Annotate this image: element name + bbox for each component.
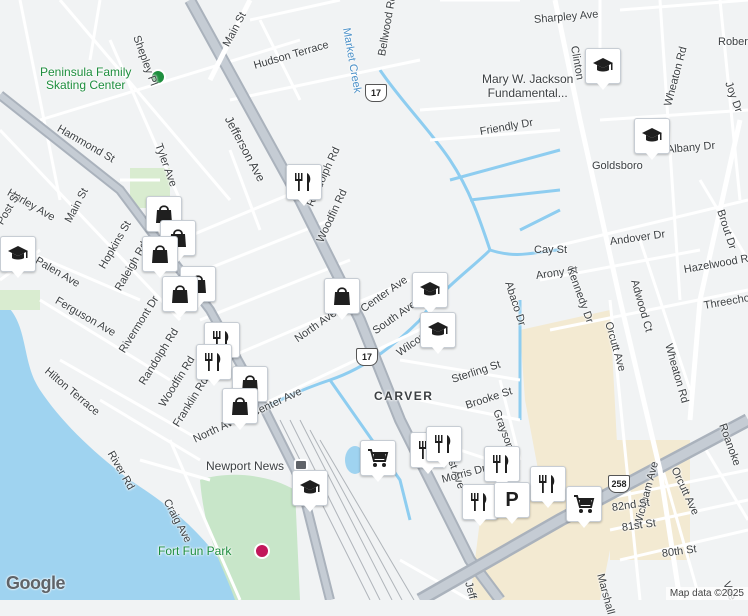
graduation-cap-icon — [642, 128, 662, 142]
street-label: Cay St — [534, 244, 568, 256]
school-pin[interactable] — [292, 470, 328, 512]
graduation-cap-icon — [300, 480, 320, 494]
street-label: Robert — [718, 36, 748, 48]
restaurant-pin[interactable] — [530, 466, 566, 508]
restaurant-pin[interactable] — [196, 344, 232, 386]
parking-pin[interactable]: P — [494, 482, 530, 524]
shopping-pin[interactable] — [162, 276, 198, 318]
shopping-pin[interactable] — [142, 236, 178, 278]
fort-fun-dot — [254, 543, 270, 559]
shopping-cart-icon — [367, 449, 388, 468]
shopping-bag-icon — [333, 287, 351, 306]
google-logo: Google — [6, 573, 66, 593]
fork-knife-icon — [493, 455, 509, 473]
grocery-pin[interactable] — [360, 440, 396, 482]
route-17-shield: 17 — [365, 84, 387, 102]
restaurant-pin[interactable] — [426, 426, 462, 468]
fork-knife-icon — [435, 435, 451, 453]
carver-district-label: CARVER — [374, 389, 434, 403]
grocery-pin[interactable] — [566, 486, 602, 528]
shopping-bag-icon — [151, 245, 169, 264]
shopping-cart-icon — [573, 495, 594, 514]
route-17-shield: 17 — [356, 348, 378, 366]
restaurant-pin[interactable] — [286, 164, 322, 206]
graduation-cap-icon — [593, 58, 613, 72]
shopping-bag-icon — [231, 397, 249, 416]
graduation-cap-icon — [428, 322, 448, 336]
school-pin[interactable] — [634, 118, 670, 160]
route-258-shield: 258 — [608, 475, 630, 493]
fork-knife-icon — [205, 353, 221, 371]
restaurant-pin[interactable] — [484, 446, 520, 488]
restaurant-pin[interactable] — [462, 484, 498, 526]
graduation-cap-icon — [8, 246, 28, 260]
newport-news-station-dot — [294, 459, 308, 471]
street-label: Goldsboro — [592, 160, 643, 172]
jackson-school-label[interactable]: Mary W. Jackson Fundamental... — [482, 72, 573, 100]
fork-knife-icon — [295, 173, 311, 191]
newport-news-label[interactable]: Newport News — [206, 459, 284, 473]
school-pin[interactable] — [585, 48, 621, 90]
graduation-cap-icon — [420, 282, 440, 296]
fort-fun-park-label[interactable]: Fort Fun Park — [158, 544, 231, 558]
school-pin[interactable] — [412, 272, 448, 314]
shopping-bag-icon — [171, 285, 189, 304]
parking-icon: P — [505, 488, 519, 511]
shopping-pin[interactable] — [222, 388, 258, 430]
school-pin[interactable] — [0, 236, 36, 278]
fork-knife-icon — [471, 493, 487, 511]
park-area-coast — [0, 290, 40, 310]
fork-knife-icon — [539, 475, 555, 493]
map-attribution[interactable]: Map data ©2025 — [665, 587, 748, 600]
school-pin[interactable] — [420, 312, 456, 354]
skating-center-label[interactable]: Peninsula Family Skating Center — [40, 66, 131, 92]
shopping-pin[interactable] — [324, 278, 360, 320]
